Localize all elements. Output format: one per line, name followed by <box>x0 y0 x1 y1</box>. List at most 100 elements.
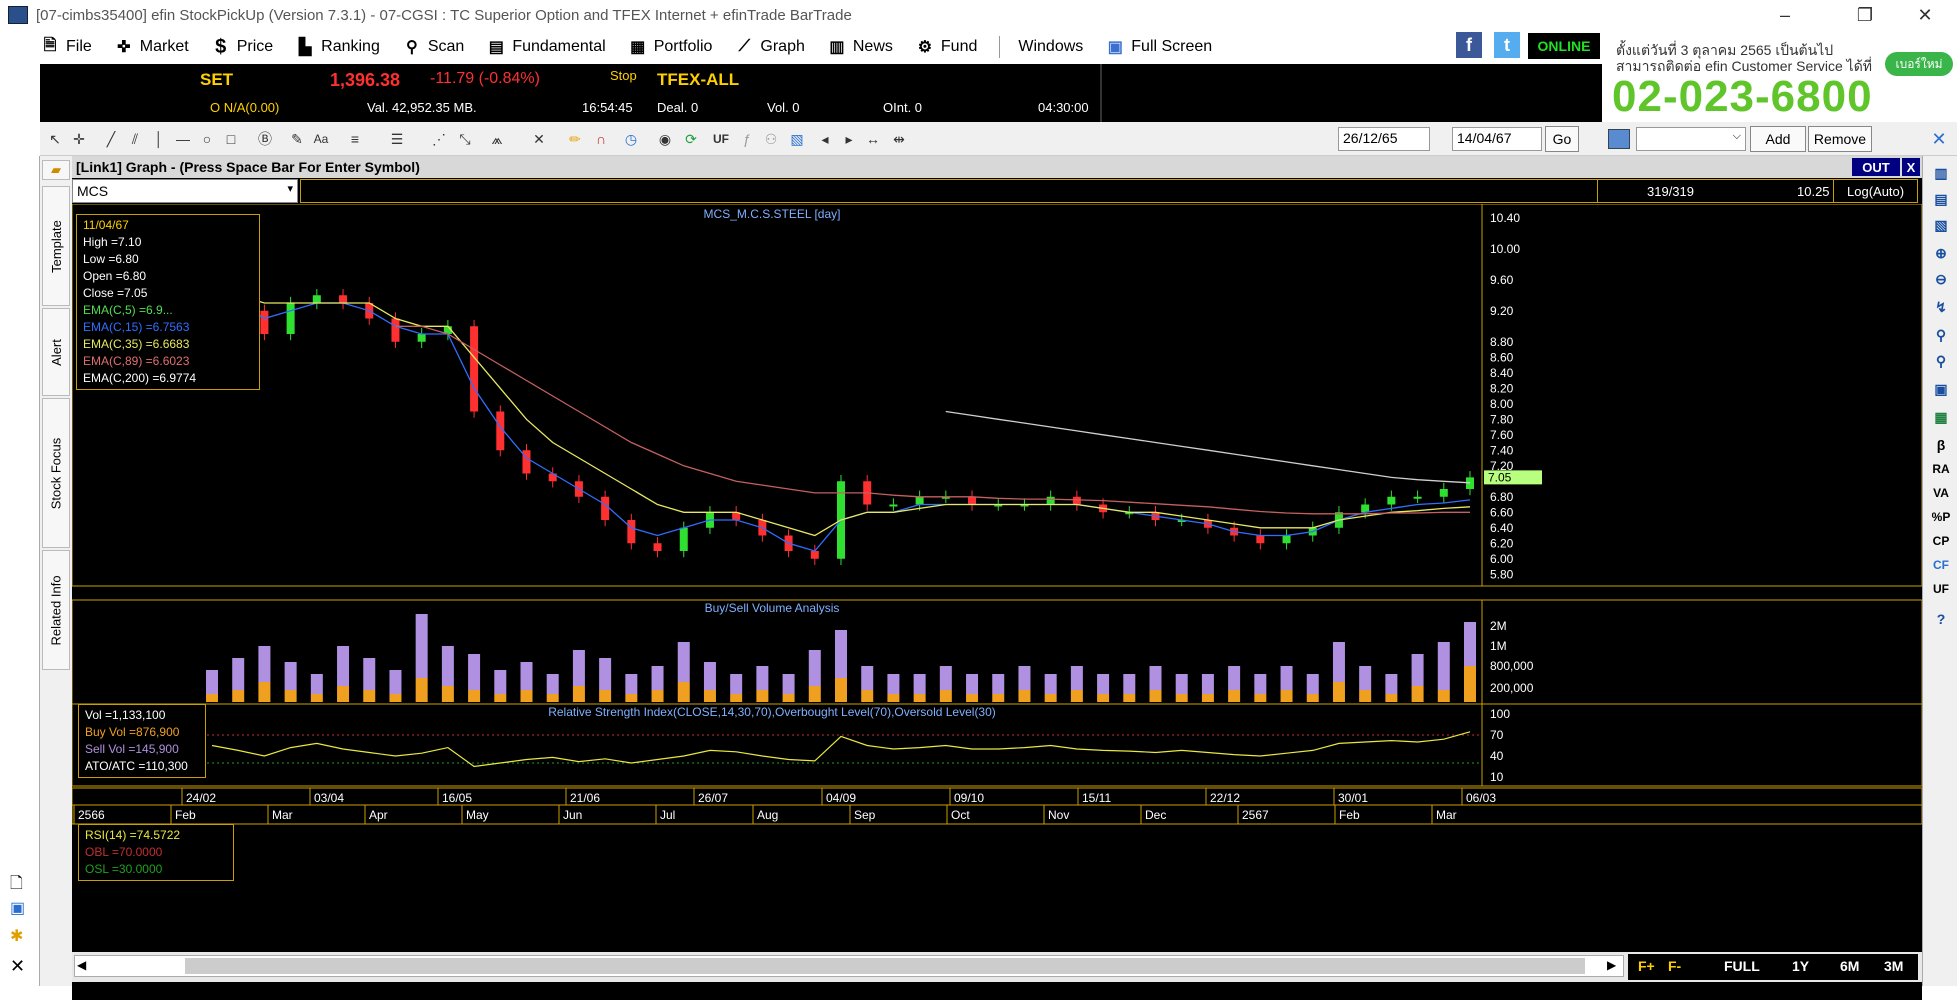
text-edit-icon[interactable]: ✎ <box>286 129 308 149</box>
gann-tool-icon[interactable]: ⋰ <box>428 129 450 149</box>
remove-button[interactable]: Remove <box>1808 126 1872 152</box>
add-button[interactable]: Add <box>1750 126 1806 152</box>
palette-icon[interactable]: ◉ <box>654 129 676 149</box>
indicator-icon[interactable]: ▧ <box>1927 214 1955 236</box>
fx-icon[interactable]: ƒ <box>736 129 758 149</box>
font-tool-icon[interactable]: Aa <box>310 129 332 149</box>
crosshair-tool-icon[interactable]: ✛ <box>68 129 90 149</box>
range-1y-button[interactable]: 1Y <box>1792 958 1809 974</box>
percent-tool[interactable]: %P <box>1927 506 1955 528</box>
info-sell-vol: Sell Vol =145,900 <box>85 742 179 756</box>
close-panel-icon[interactable]: ✕ <box>10 956 25 977</box>
cp-tool[interactable]: CP <box>1927 530 1955 552</box>
clock-icon[interactable]: ◷ <box>620 129 642 149</box>
chart-type-icon[interactable]: ▦ <box>1927 406 1955 428</box>
scale-mode[interactable]: Log(Auto) <box>1847 184 1904 199</box>
menu-fullscreen[interactable]: ▣ Full Screen <box>1105 38 1212 56</box>
trendline-tool-icon[interactable]: ╱ <box>100 129 122 149</box>
fit-icon[interactable]: ⇹ <box>888 129 910 149</box>
delete-tool-icon[interactable]: ✕ <box>528 129 550 149</box>
magnet-icon[interactable]: ∩ <box>590 129 612 149</box>
menu-market[interactable]: ✜ Market <box>114 38 189 56</box>
f-plus-button[interactable]: F+ <box>1638 958 1655 974</box>
menu-fundamental[interactable]: ▤ Fundamental <box>486 38 606 56</box>
twitter-icon[interactable]: t <box>1494 32 1520 58</box>
rectangle-tool-icon[interactable]: □ <box>220 129 242 149</box>
uf-button[interactable]: UF <box>710 129 732 149</box>
ra-tool[interactable]: RA <box>1927 458 1955 480</box>
out-button[interactable]: OUT <box>1852 158 1900 176</box>
menu-news[interactable]: ▥ News <box>827 38 893 56</box>
template-select-icon[interactable] <box>1608 129 1630 149</box>
person-icon[interactable]: ⚇ <box>760 129 782 149</box>
customer-service-banner[interactable]: ตั้งแต่วันที่ 3 ตุลาคม 2565 เป็นต้นไป สา… <box>1602 30 1955 122</box>
minimize-button[interactable]: – <box>1760 0 1810 30</box>
zoom-in-circle-icon[interactable]: ⊕ <box>1927 242 1955 264</box>
menu-file[interactable]: 🗎 File <box>40 37 92 56</box>
menu-windows[interactable]: Windows <box>1018 38 1083 56</box>
chart-svg[interactable]: MCS_M.C.S.STEEL [day] 10.40 10.00 9.60 9.20 8… <box>72 204 1922 1000</box>
compare-icon[interactable]: ▤ <box>1927 188 1955 210</box>
facebook-icon[interactable]: f <box>1456 32 1482 58</box>
menu-fund[interactable]: ⚙ Fund <box>915 38 978 56</box>
tab-alert[interactable]: Alert <box>42 308 70 396</box>
f-minus-button[interactable]: F- <box>1668 958 1681 974</box>
date-from-field[interactable]: 26/12/65 <box>1338 127 1430 151</box>
menu-portfolio[interactable]: ▦ Portfolio <box>628 38 712 56</box>
magnify-minus-icon[interactable]: ⚲ <box>1927 350 1955 372</box>
beta-tool[interactable]: β <box>1927 434 1955 456</box>
navigate-icon[interactable]: ↯ <box>1927 296 1955 318</box>
range-6m-button[interactable]: 6M <box>1840 958 1859 974</box>
tab-stock-focus[interactable]: Stock Focus <box>42 398 70 548</box>
refresh-icon[interactable]: ⟳ <box>680 129 702 149</box>
restore-button[interactable]: ❐ <box>1840 0 1890 30</box>
tab-related-info[interactable]: Related Info <box>42 550 70 670</box>
full-range-button[interactable]: FULL <box>1724 958 1760 974</box>
close-graph-button[interactable]: X <box>1902 158 1920 176</box>
new-document-icon[interactable]: 🗋 <box>10 872 23 899</box>
va-tool[interactable]: VA <box>1927 482 1955 504</box>
close-toolbar-icon[interactable]: ✕ <box>1928 129 1950 149</box>
tab-template[interactable]: Template <box>42 186 70 306</box>
template-dropdown[interactable]: ⌵ <box>1636 127 1746 151</box>
symbol-dropdown-icon[interactable]: ▾ <box>287 182 293 195</box>
scroll-right-arrow-icon[interactable]: ▶ <box>1607 958 1621 974</box>
pointer-tool-icon[interactable]: ↖ <box>44 129 66 149</box>
scroll-left-arrow-icon[interactable]: ◀ <box>77 958 91 974</box>
arrow-tool-icon[interactable]: ⤡ <box>454 129 476 149</box>
date-to-field[interactable]: 14/04/67 <box>1452 127 1542 151</box>
cf-tool[interactable]: CF <box>1927 554 1955 576</box>
image-icon[interactable]: ▧ <box>786 129 808 149</box>
zoom-out-circle-icon[interactable]: ⊖ <box>1927 268 1955 290</box>
vertical-line-tool-icon[interactable]: │ <box>148 129 170 149</box>
symbol-input[interactable]: MCS ▾ <box>72 179 298 203</box>
save-icon[interactable]: ▣ <box>10 898 25 918</box>
zoom-width-icon[interactable]: ↔ <box>862 129 884 149</box>
close-window-button[interactable]: ✕ <box>1900 0 1950 30</box>
line-style-icon[interactable]: ☰ <box>386 129 408 149</box>
settings-icon[interactable]: ✱ <box>10 926 23 946</box>
scroll-right-icon[interactable]: ▸ <box>838 129 860 149</box>
menu-graph[interactable]: ⟋ Graph <box>734 38 805 56</box>
uf-tool[interactable]: UF <box>1927 578 1955 600</box>
menu-scan[interactable]: ⚲ Scan <box>402 38 464 56</box>
magnify-plus-icon[interactable]: ⚲ <box>1927 324 1955 346</box>
horizontal-scrollbar[interactable]: ◀ ▶ <box>74 955 1624 977</box>
menu-ranking[interactable]: ▙ Ranking <box>295 38 380 56</box>
layout-icon[interactable]: ▣ <box>1927 378 1955 400</box>
pencil-icon[interactable]: ✏ <box>564 129 586 149</box>
scroll-left-icon[interactable]: ◂ <box>814 129 836 149</box>
range-3m-button[interactable]: 3M <box>1884 958 1903 974</box>
go-button[interactable]: Go <box>1545 126 1579 152</box>
ellipse-tool-icon[interactable]: ○ <box>196 129 218 149</box>
pattern-tool-icon[interactable]: ⩕ <box>486 129 508 149</box>
data-window-icon[interactable]: ▥ <box>1927 162 1955 184</box>
help-icon[interactable]: ? <box>1927 608 1955 630</box>
bold-tool-icon[interactable]: Ⓑ <box>254 129 276 149</box>
fibonacci-tool-icon[interactable]: ≡ <box>344 129 366 149</box>
menu-price[interactable]: $ Price <box>211 36 273 58</box>
horizontal-line-tool-icon[interactable]: — <box>172 129 194 149</box>
folder-icon[interactable]: ▰ <box>42 160 70 180</box>
scroll-thumb[interactable] <box>185 958 1585 974</box>
parallel-line-tool-icon[interactable]: ⫽ <box>124 129 146 149</box>
